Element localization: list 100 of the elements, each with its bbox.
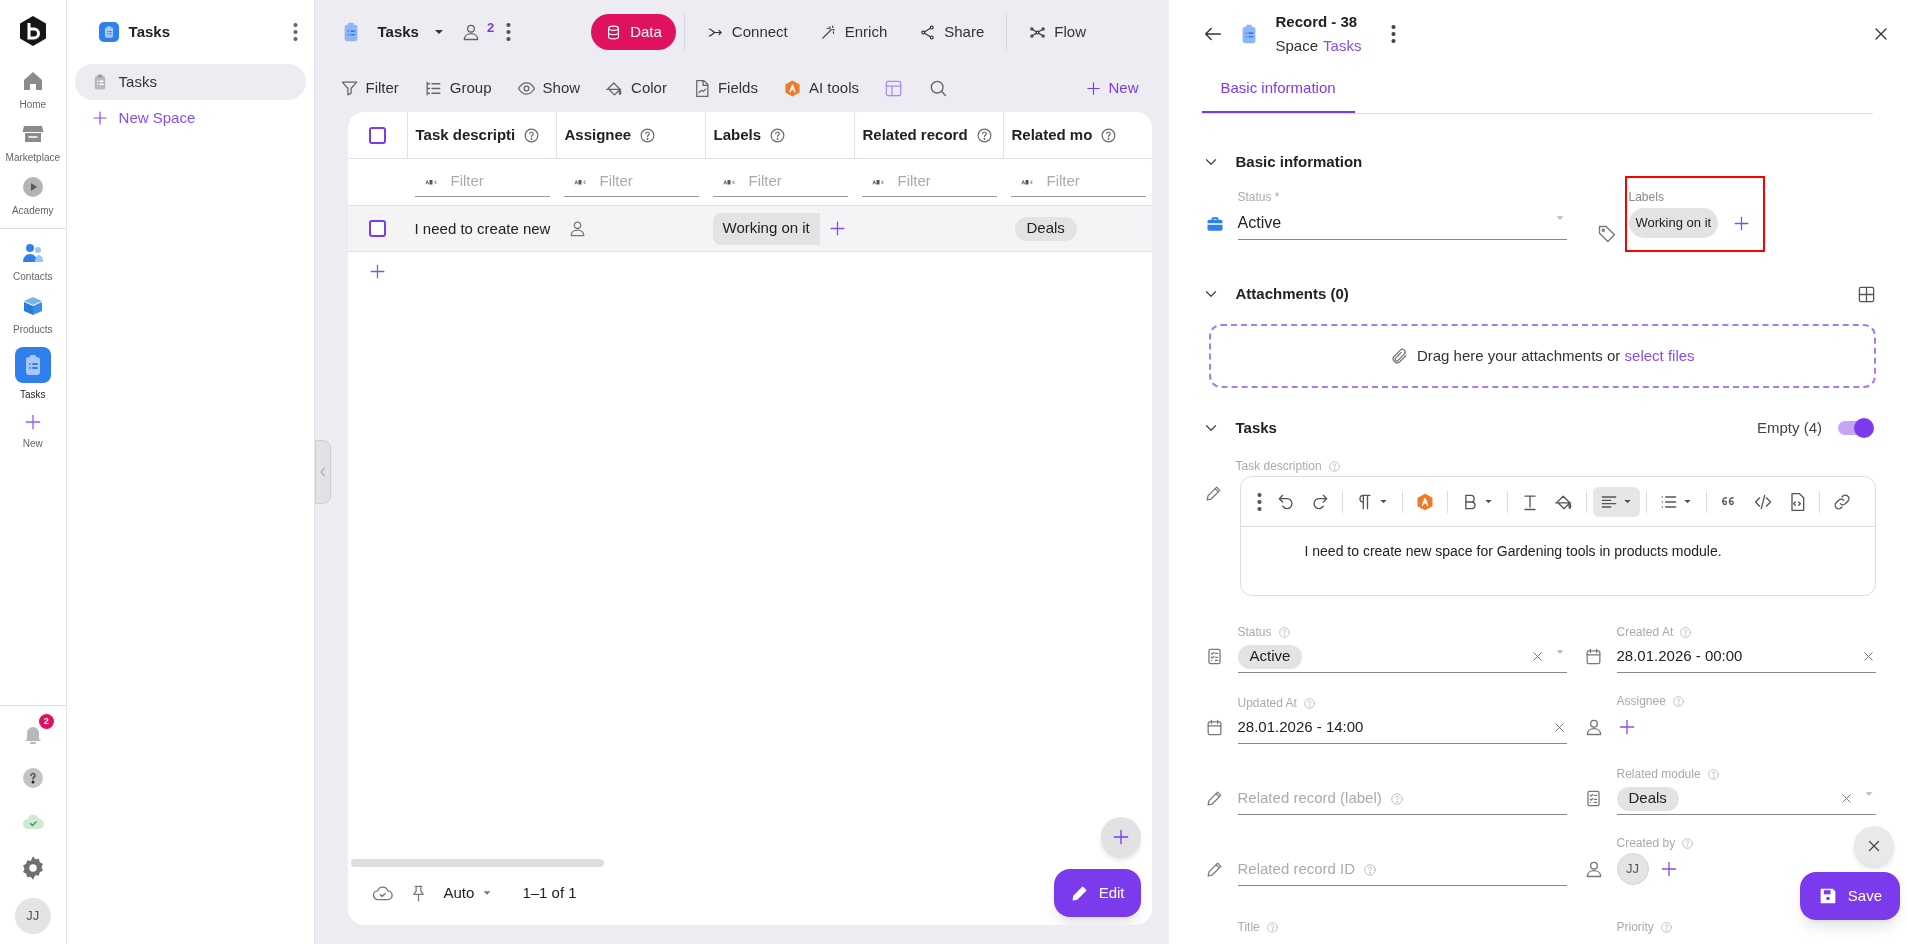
nav-item[interactable]: Marketplace	[5, 122, 60, 165]
section-title: Attachments (0)	[1235, 283, 1350, 304]
value-chip: Active	[1237, 644, 1303, 669]
tag-icon	[1596, 224, 1617, 244]
page-range: 1–1 of 1	[522, 882, 577, 903]
select-field[interactable]: Deals	[1616, 783, 1876, 815]
section-title: Tasks	[1235, 417, 1278, 438]
help-icon	[1363, 862, 1378, 877]
select-field[interactable]: Active	[1237, 641, 1567, 673]
field-label: Status *	[1237, 189, 1281, 206]
date-field[interactable]: 28.01.2026 - 00:00	[1616, 641, 1876, 673]
help-icon[interactable]	[1100, 126, 1118, 144]
share-icon	[919, 23, 937, 41]
label-chip[interactable]: Working on it	[712, 212, 820, 245]
toolbar-button[interactable]: Filter	[339, 76, 399, 100]
nav-item[interactable]: Tasks	[14, 347, 51, 402]
more-icon[interactable]	[292, 22, 298, 42]
column-header[interactable]: Task descripti	[415, 123, 516, 147]
plus-icon	[1084, 79, 1102, 97]
date-field[interactable]: 28.01.2026 - 14:00	[1237, 712, 1567, 744]
space-link[interactable]: Tasks	[1323, 34, 1362, 58]
view-tab[interactable]: Connect	[692, 14, 802, 50]
edit-button[interactable]: Edit	[1053, 869, 1141, 917]
toolbar-button[interactable]: Color	[605, 76, 667, 100]
ai-badge-icon	[782, 78, 802, 98]
magic-wand-icon	[819, 23, 837, 41]
user-avatar[interactable]: JJ	[14, 898, 51, 934]
toolbar-button[interactable]: Show	[516, 76, 581, 100]
table-cell: I need to create new	[414, 219, 551, 237]
clear-icon[interactable]	[1839, 791, 1854, 806]
members-button[interactable]: 2	[460, 22, 495, 42]
add-fab[interactable]	[1100, 817, 1141, 857]
nav-item[interactable]: Home	[19, 69, 47, 112]
section-title: Basic information	[1235, 151, 1364, 172]
link-icon	[1831, 491, 1852, 512]
help-icon[interactable]	[20, 766, 45, 790]
briefcase-icon	[1204, 214, 1225, 234]
help-icon[interactable]	[523, 126, 541, 144]
field-label: Created by	[1616, 835, 1676, 852]
list-icon	[1205, 647, 1224, 666]
table-icon[interactable]	[1857, 284, 1876, 304]
editor-text: I need to create new space for Gardening tools in products module.	[1303, 542, 1723, 561]
save-button[interactable]: Save	[1799, 872, 1900, 920]
panel-title: Tasks	[128, 21, 171, 42]
new-space-link[interactable]: New Space	[74, 100, 306, 136]
label-chip[interactable]: Working on it	[1628, 208, 1719, 238]
clear-icon[interactable]	[1861, 649, 1876, 664]
status-select[interactable]: Active	[1237, 206, 1567, 240]
logo[interactable]	[17, 15, 48, 47]
nav-item[interactable]: Academy	[11, 175, 54, 218]
contacts-icon[interactable]	[20, 241, 45, 265]
column-header[interactable]: Labels	[713, 123, 762, 147]
field-label: Assignee	[1616, 693, 1666, 710]
view-title: Tasks	[377, 21, 419, 42]
checkbox[interactable]	[368, 220, 386, 237]
more-icon[interactable]	[1391, 24, 1397, 44]
help-icon[interactable]	[769, 126, 787, 144]
help-icon[interactable]	[975, 126, 993, 144]
search-icon[interactable]	[928, 78, 948, 98]
toolbar-button[interactable]: AI tools	[782, 76, 859, 100]
nav-item[interactable]: Contacts	[13, 241, 53, 284]
view-mode-select[interactable]: Auto	[443, 881, 495, 905]
user-avatar[interactable]: JJ	[1616, 853, 1649, 885]
space-item[interactable]: Tasks	[74, 64, 306, 100]
nav-item[interactable]: New	[22, 412, 43, 451]
pencil-icon	[1205, 789, 1224, 808]
more-icon[interactable]	[506, 22, 512, 42]
value-chip: Deals	[1616, 786, 1679, 811]
horizontal-scrollbar[interactable]	[350, 859, 604, 867]
help-icon[interactable]	[639, 126, 657, 144]
column-header[interactable]: Related mo	[1011, 123, 1093, 147]
list-icon	[1584, 789, 1603, 808]
view-tab[interactable]: Data	[591, 14, 676, 50]
field-label: Updated At	[1237, 695, 1297, 712]
checkbox[interactable]	[368, 126, 386, 144]
toolbar-button[interactable]: Group	[423, 76, 492, 100]
paperclip-icon	[1389, 346, 1409, 366]
module-chip[interactable]: Deals	[1014, 216, 1077, 241]
field-label: Title	[1237, 919, 1260, 936]
view-tab[interactable]: Share	[905, 14, 999, 50]
view-tab[interactable]: Enrich	[805, 14, 902, 50]
nav-item[interactable]: Products	[13, 294, 53, 337]
drop-zone[interactable]: Drag here your attachments or select files	[1208, 324, 1876, 388]
pencil-icon	[1205, 860, 1224, 879]
drop-text: Drag here your attachments or select files	[1416, 345, 1695, 366]
space-label: Space	[1275, 36, 1319, 56]
rich-text-editor[interactable]: I need to create new space for Gardening tools in products module.	[1239, 476, 1876, 596]
view-tab[interactable]: Flow	[1015, 14, 1100, 50]
column-header[interactable]: Assignee	[564, 123, 632, 147]
new-button[interactable]: New	[1084, 76, 1139, 100]
play-icon[interactable]	[20, 175, 45, 199]
select-files-link[interactable]: select files	[1624, 346, 1695, 364]
more-icon	[1256, 491, 1262, 512]
field-label: Status	[1237, 624, 1272, 641]
toolbar-button[interactable]	[1592, 486, 1640, 517]
record-tab[interactable]: Basic information	[1201, 66, 1355, 113]
help-icon	[1389, 791, 1404, 806]
column-header[interactable]: Related record	[862, 123, 968, 147]
field-label: Task description	[1235, 458, 1322, 475]
toolbar-button[interactable]: Fields	[691, 76, 758, 100]
